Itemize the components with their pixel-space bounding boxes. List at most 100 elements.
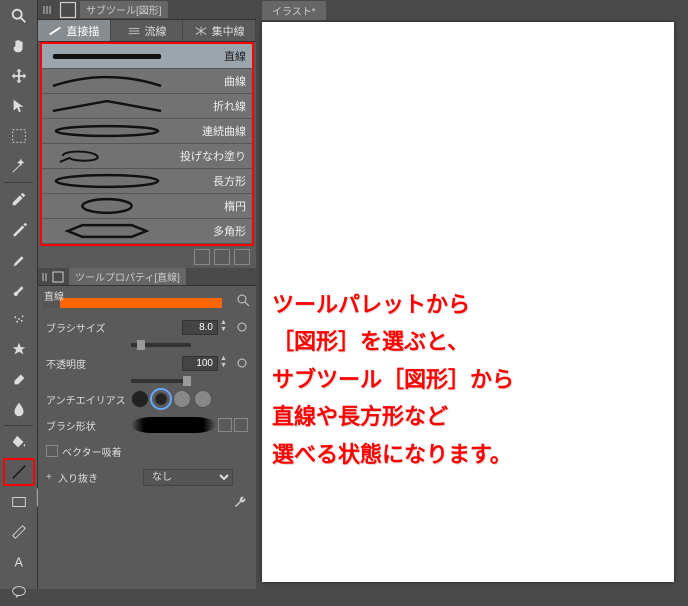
- wand-tool[interactable]: [3, 152, 35, 180]
- text-tool[interactable]: A: [3, 548, 35, 576]
- antialias-option-mid[interactable]: [173, 390, 191, 408]
- hand-tool[interactable]: [3, 32, 35, 60]
- property-tab-icon: [51, 270, 65, 284]
- brush-tool[interactable]: [3, 275, 35, 303]
- annotation-line: 選べる状態になります。: [272, 436, 672, 473]
- subtool-curve[interactable]: 曲線: [42, 69, 252, 94]
- vector-snap-row: ベクター吸着: [38, 438, 256, 464]
- blend-tool[interactable]: [3, 395, 35, 423]
- subtool-footer: [38, 246, 256, 268]
- main-toolbar: 図形(U) A: [0, 0, 38, 589]
- category-stream-line[interactable]: 流線: [111, 20, 184, 41]
- antialias-option-strong[interactable]: [194, 390, 212, 408]
- category-label: 集中線: [212, 23, 245, 39]
- wrench-icon[interactable]: [232, 494, 248, 510]
- marquee-tool[interactable]: [3, 122, 35, 150]
- stepper-arrows[interactable]: ▲▼: [220, 356, 232, 370]
- property-panel-title[interactable]: ツールプロパティ[直線]: [69, 268, 186, 285]
- brush-shape-prev-icon[interactable]: [218, 418, 232, 432]
- property-tool-name: 直線: [44, 288, 64, 303]
- subtool-panel-title[interactable]: サブツール[図形]: [80, 1, 168, 18]
- document-tabs: イラスト*: [256, 0, 688, 20]
- stroke-ease-label: 入り抜き: [58, 470, 143, 485]
- subtool-tab-icon[interactable]: [58, 2, 78, 18]
- subtool-polyline[interactable]: 折れ線: [42, 94, 252, 119]
- subtool-label: 投げなわ塗り: [180, 148, 246, 164]
- expand-icon[interactable]: +: [46, 472, 58, 483]
- subtool-label: 折れ線: [213, 98, 246, 114]
- vector-snap-checkbox[interactable]: [46, 445, 58, 457]
- decoration-tool[interactable]: [3, 335, 35, 363]
- subtool-polygon[interactable]: 多角形: [42, 219, 252, 244]
- annotation-line: サブツール［図形］から: [272, 361, 672, 398]
- subtool-panel-header: サブツール[図形]: [38, 0, 256, 20]
- brush-shape-next-icon[interactable]: [234, 418, 248, 432]
- figure-tool[interactable]: [3, 458, 35, 486]
- opacity-slider[interactable]: [131, 379, 191, 383]
- property-panel-header: ツールプロパティ[直線]: [38, 268, 256, 286]
- panel-grip-icon[interactable]: [38, 6, 56, 14]
- annotation-overlay: ツールパレットから ［図形］を選ぶと、 サブツール［図形］から 直線や長方形など…: [272, 286, 672, 473]
- property-footer: [38, 490, 256, 514]
- link-icon[interactable]: [236, 357, 248, 369]
- antialias-option-none[interactable]: [131, 390, 149, 408]
- category-label: 直接描: [66, 23, 99, 39]
- brush-size-label: ブラシサイズ: [46, 320, 131, 335]
- subtool-label: 直線: [224, 48, 246, 64]
- brush-preview-gradient: [42, 298, 222, 308]
- subtool-line[interactable]: 直線: [42, 44, 252, 69]
- subtool-lasso-fill[interactable]: 投げなわ塗り: [42, 144, 252, 169]
- brush-size-row: ブラシサイズ 8.0 ▲▼: [38, 314, 256, 340]
- tool-property-panel: ツールプロパティ[直線] 直線 ブラシサイズ 8.0 ▲▼ 不透明度 100 ▲…: [38, 268, 256, 514]
- ruler-tool[interactable]: [3, 518, 35, 546]
- stroke-ease-row: + 入り抜き なし: [38, 464, 256, 490]
- annotation-line: ［図形］を選ぶと、: [272, 323, 672, 360]
- opacity-label: 不透明度: [46, 356, 131, 371]
- subtool-label: 楕円: [224, 198, 246, 214]
- subtool-label: 曲線: [224, 73, 246, 89]
- svg-text:A: A: [14, 556, 23, 570]
- subtool-new-icon[interactable]: [214, 249, 230, 265]
- subtool-menu-icon[interactable]: [194, 249, 210, 265]
- fill-tool[interactable]: [3, 428, 35, 456]
- subtool-continuous-curve[interactable]: 連続曲線: [42, 119, 252, 144]
- eraser-tool[interactable]: [3, 365, 35, 393]
- subtool-ellipse[interactable]: 楕円: [42, 194, 252, 219]
- opacity-value[interactable]: 100: [182, 356, 218, 371]
- magnify-icon[interactable]: [236, 293, 250, 307]
- vector-snap-label: ベクター吸着: [62, 444, 248, 459]
- pen-tool[interactable]: [3, 215, 35, 243]
- document-tab[interactable]: イラスト*: [262, 1, 326, 20]
- panel-grip-icon[interactable]: [42, 273, 47, 281]
- category-focus-line[interactable]: 集中線: [183, 20, 256, 41]
- selection-arrow-tool[interactable]: [3, 92, 35, 120]
- subtool-category-tabs: 直接描 流線 集中線: [38, 20, 256, 42]
- brush-shape-preview[interactable]: [131, 417, 216, 433]
- subtool-label: 連続曲線: [202, 123, 246, 139]
- magnify-tool[interactable]: [3, 2, 35, 30]
- stroke-ease-select[interactable]: なし: [143, 469, 233, 486]
- airbrush-tool[interactable]: [3, 305, 35, 333]
- annotation-line: 直線や長方形など: [272, 398, 672, 435]
- brush-size-slider[interactable]: [131, 343, 191, 347]
- link-icon[interactable]: [236, 321, 248, 333]
- balloon-tool[interactable]: [3, 578, 35, 606]
- direct-draw-icon: [48, 25, 62, 37]
- opacity-row: 不透明度 100 ▲▼: [38, 350, 256, 376]
- subtool-rectangle[interactable]: 長方形: [42, 169, 252, 194]
- subtool-label: 長方形: [213, 173, 246, 189]
- category-direct-draw[interactable]: 直接描: [38, 20, 111, 41]
- antialias-option-weak[interactable]: [152, 390, 170, 408]
- frame-tool[interactable]: [3, 488, 35, 516]
- brush-shape-label: ブラシ形状: [46, 418, 131, 433]
- stepper-arrows[interactable]: ▲▼: [220, 320, 232, 334]
- brush-size-value[interactable]: 8.0: [182, 320, 218, 335]
- subtool-label: 多角形: [213, 223, 246, 239]
- eyedropper-tool[interactable]: [3, 185, 35, 213]
- move-tool[interactable]: [3, 62, 35, 90]
- pencil-tool[interactable]: [3, 245, 35, 273]
- property-tool-name-row: 直線: [38, 286, 256, 314]
- antialias-choices: [131, 390, 212, 408]
- subtool-delete-icon[interactable]: [234, 249, 250, 265]
- stream-icon: [127, 25, 141, 37]
